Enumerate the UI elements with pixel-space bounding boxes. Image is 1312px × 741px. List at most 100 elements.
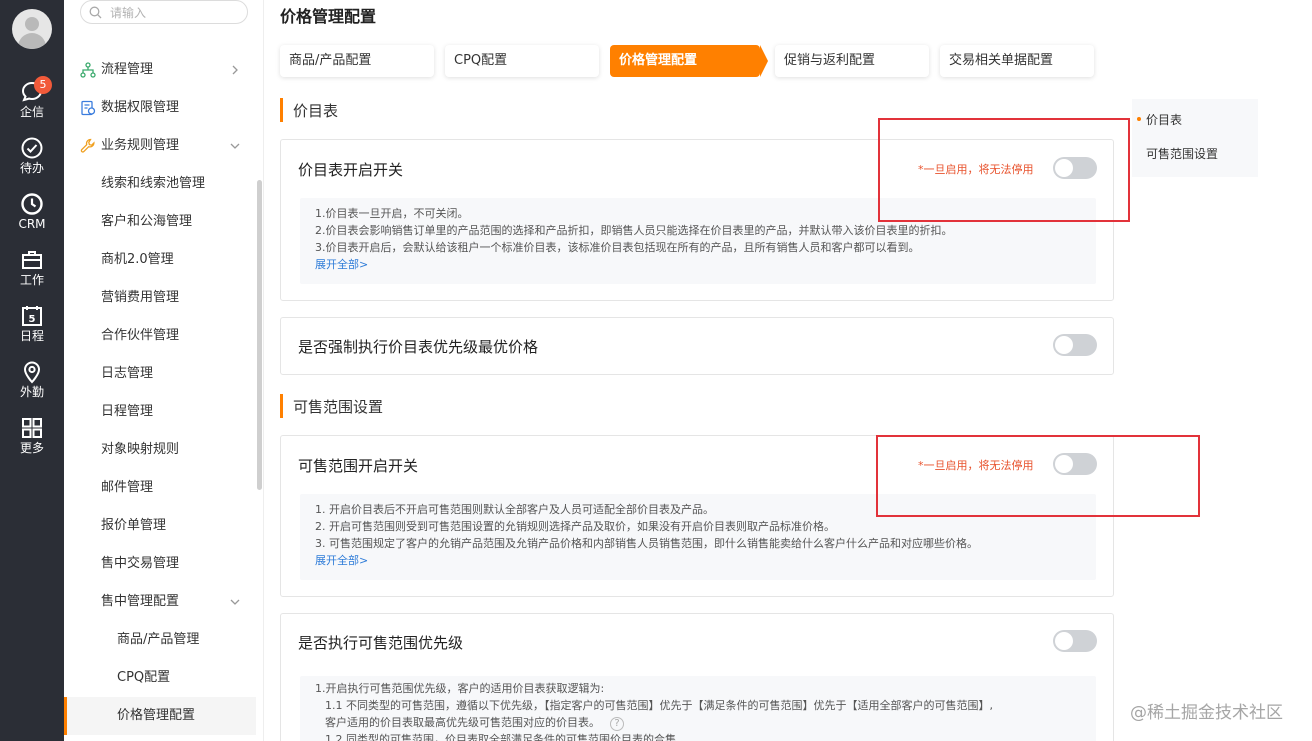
sidebar-item-label: 邮件管理 (101, 480, 154, 495)
sidebar-item-label: 客户和公海管理 (101, 214, 193, 229)
rail-item-field[interactable]: 外勤 (0, 360, 64, 412)
desc-line: 1.开启执行可售范围优先级，客户的适用价目表获取逻辑为: (315, 682, 605, 695)
sidebar-item-quotes[interactable]: 报价单管理 (64, 507, 256, 545)
sidebar-item-label: 商品/产品管理 (117, 632, 200, 647)
location-pin-icon (23, 361, 41, 384)
rail-item-schedule[interactable]: 5 日程 (0, 304, 64, 356)
step-arrow (760, 45, 768, 77)
calendar-icon: 5 (22, 306, 42, 326)
rail-item-crm[interactable]: CRM (0, 192, 64, 244)
help-icon[interactable]: ? (610, 717, 624, 731)
card-title: 价目表开启开关 (298, 161, 404, 179)
grid-icon (22, 418, 42, 438)
step-promotion-config[interactable]: 促销与返利配置 (775, 45, 929, 77)
sidebar-item-in-sale-config[interactable]: 售中管理配置 (64, 583, 256, 621)
anchor-item-pricebook[interactable]: 价目表 (1146, 111, 1182, 128)
sellable-priority-toggle[interactable] (1053, 630, 1097, 652)
sidebar-item-label: 日志管理 (101, 366, 154, 381)
force-priority-toggle[interactable] (1053, 334, 1097, 356)
section-title: 价目表 (293, 102, 339, 120)
search-icon (89, 6, 102, 19)
rail-label: 企信 (19, 105, 44, 119)
sidebar-item-business-rules[interactable]: 业务规则管理 (64, 127, 256, 165)
rail-label: CRM (18, 217, 46, 231)
desc-line: 客户适用的价目表取最高优先级可售范围对应的价目表。 (325, 716, 600, 729)
sidebar-item-label: 报价单管理 (101, 518, 167, 533)
sidebar-item-marketing-cost[interactable]: 营销费用管理 (64, 279, 256, 317)
avatar[interactable] (12, 9, 52, 49)
sidebar-item-label: 售中管理配置 (101, 594, 180, 609)
step-product-config[interactable]: 商品/产品配置 (280, 45, 434, 77)
sidebar-item-label: 业务规则管理 (101, 138, 180, 153)
toggle-knob (1055, 632, 1073, 650)
toggle-knob (1055, 336, 1073, 354)
briefcase-icon (22, 251, 42, 269)
chevron-right-icon (232, 65, 238, 75)
desc-line: 1.2 同类型的可售范围，价目表取全部满足条件的可售范围价目表的合集 (325, 733, 676, 741)
rail-item-todo[interactable]: 待办 (0, 136, 64, 188)
sidebar-item-label: 营销费用管理 (101, 290, 180, 305)
clock-icon (21, 193, 43, 215)
active-dot (1137, 117, 1141, 121)
step-price-config[interactable]: 价格管理配置 (610, 45, 768, 77)
sidebar-item-object-mapping[interactable]: 对象映射规则 (64, 431, 256, 469)
sidebar-item-in-sale-trade[interactable]: 售中交易管理 (64, 545, 256, 583)
active-indicator (64, 697, 67, 735)
expand-all-link[interactable]: 展开全部> (315, 554, 368, 567)
wrench-icon (80, 138, 95, 153)
sidebar-item-price-config[interactable]: 价格管理配置 (64, 697, 256, 735)
card-title: 可售范围开启开关 (298, 457, 419, 475)
sidebar-item-logs[interactable]: 日志管理 (64, 355, 256, 393)
chevron-down-icon (230, 599, 240, 605)
desc-line: 3.价目表开启后，会默认给该租户一个标准价目表，该标准价目表包括现在所有的产品，… (315, 241, 920, 254)
card-force-priority: 是否强制执行价目表优先级最优价格 (280, 317, 1114, 375)
rail-item-qixin[interactable]: 5 企信 (0, 76, 64, 132)
sidebar-item-customers[interactable]: 客户和公海管理 (64, 203, 256, 241)
rail-item-work[interactable]: 工作 (0, 248, 64, 300)
data-permission-icon (81, 100, 96, 116)
sidebar-item-process[interactable]: 流程管理 (64, 51, 256, 89)
desc-line: 2. 开启可售范围则受到可售范围设置的允销规则选择产品及取价，如果没有开启价目表… (315, 520, 835, 533)
sidebar-item-product-management[interactable]: 商品/产品管理 (64, 621, 256, 659)
chevron-down-icon (230, 143, 240, 149)
sidebar-item-schedule[interactable]: 日程管理 (64, 393, 256, 431)
sidebar-item-cpq[interactable]: CPQ配置 (64, 659, 256, 697)
sidebar-item-mail[interactable]: 邮件管理 (64, 469, 256, 507)
sidebar-item-leads[interactable]: 线索和线索池管理 (64, 165, 256, 203)
search-placeholder: 请输入 (110, 6, 147, 20)
calendar-day: 5 (29, 314, 36, 325)
desc-line: 3. 可售范围规定了客户的允销产品范围及允销产品价格和内部销售人员销售范围，即什… (315, 537, 978, 550)
sidebar-item-label: 线索和线索池管理 (101, 176, 206, 191)
expand-all-link[interactable]: 展开全部> (315, 258, 368, 271)
sidebar-item-label: 价格管理配置 (117, 708, 196, 723)
unread-badge: 5 (34, 76, 52, 94)
page-title: 价格管理配置 (280, 7, 377, 26)
step-label: 价格管理配置 (619, 53, 698, 68)
highlight-box (876, 435, 1200, 517)
desc-line: 1.1 不同类型的可售范围，遵循以下优先级，【指定客户的可售范围】优先于【满足条… (325, 699, 993, 712)
highlight-box (878, 118, 1130, 222)
app-rail: 5 企信 待办 CRM 工作 5 日程 外勤 更多 (0, 0, 64, 741)
section-accent-bar (280, 98, 283, 122)
sidebar-item-data-permission[interactable]: 数据权限管理 (64, 89, 256, 127)
desc-line: 2.价目表会影响销售订单里的产品范围的选择和产品折扣，即销售人员只能选择在价目表… (315, 224, 953, 237)
card-title: 是否执行可售范围优先级 (298, 634, 464, 652)
check-circle-icon (21, 137, 43, 159)
sidebar-item-label: 日程管理 (101, 404, 154, 419)
search-input[interactable]: 请输入 (80, 0, 248, 24)
rail-label: 更多 (19, 441, 44, 455)
rail-label: 外勤 (19, 385, 44, 399)
step-cpq-config[interactable]: CPQ配置 (445, 45, 599, 77)
anchor-nav: 价目表 可售范围设置 (1132, 99, 1258, 177)
settings-sidebar: 请输入 流程管理 数据权限管理 业务规则管理 线索和线索池管理 客户和公海管理 … (64, 0, 264, 741)
anchor-item-sellable[interactable]: 可售范围设置 (1146, 145, 1218, 162)
sidebar-item-label: 对象映射规则 (101, 442, 180, 457)
sidebar-item-opportunity[interactable]: 商机2.0管理 (64, 241, 256, 279)
sidebar-item-partners[interactable]: 合作伙伴管理 (64, 317, 256, 355)
card-sellable-priority: 是否执行可售范围优先级 1.开启执行可售范围优先级，客户的适用价目表获取逻辑为:… (280, 613, 1114, 741)
card-title: 是否强制执行价目表优先级最优价格 (298, 338, 539, 356)
sidebar-item-label: CPQ配置 (117, 670, 171, 685)
sidebar-scrollbar[interactable] (257, 180, 262, 490)
rail-item-more[interactable]: 更多 (0, 416, 64, 468)
step-trade-docs-config[interactable]: 交易相关单据配置 (940, 45, 1094, 77)
